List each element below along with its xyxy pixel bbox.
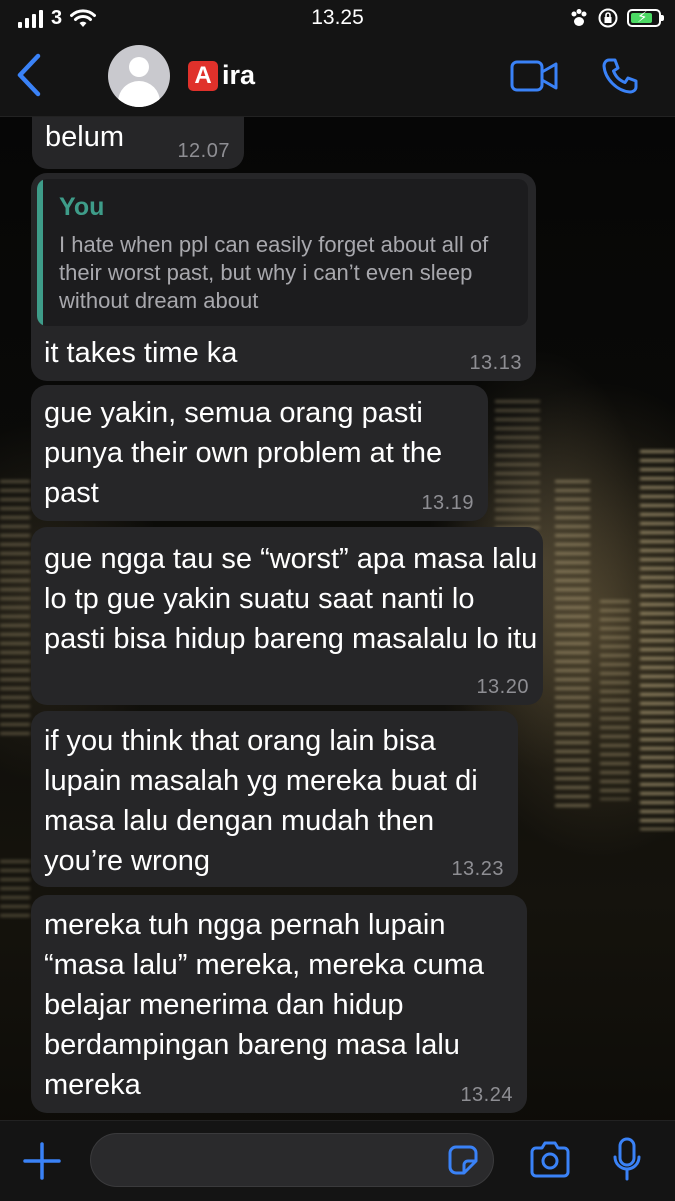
quote-text: I hate when ppl can easily forget about … [59,232,489,313]
plus-icon[interactable] [22,1141,62,1181]
quote-author: You [59,193,105,221]
contact-name: ira [222,60,256,90]
camera-icon[interactable] [528,1141,572,1179]
paw-icon [571,9,587,26]
message-time: 13.19 [421,492,474,514]
message-text: gue ngga tau se “worst” apa masa lalu lo… [44,543,538,655]
sticker-icon[interactable] [446,1143,480,1177]
status-bar: 3 13.25 ⚡ [0,0,675,38]
back-icon[interactable] [12,52,48,98]
message-bubble[interactable]: You I hate when ppl can easily forget ab… [31,173,536,381]
message-bubble[interactable]: gue yakin, semua orang pasti punya their… [31,385,488,521]
message-list[interactable]: belum 12.07 You I hate when ppl can easi… [0,117,675,1120]
microphone-icon[interactable] [612,1137,642,1183]
contact-badge: A [188,60,218,91]
phone-icon[interactable] [600,56,640,96]
message-time: 13.20 [476,676,529,698]
contact-title[interactable]: A ira [188,60,255,91]
avatar-icon[interactable] [108,45,170,107]
message-time: 12.07 [177,140,230,162]
message-time: 13.24 [460,1084,513,1106]
message-input[interactable] [90,1133,494,1187]
message-text: gue yakin, semua orang pasti punya their… [44,397,443,509]
message-time: 13.23 [451,858,504,880]
message-bubble[interactable]: if you think that orang lain bisa lupain… [31,711,518,887]
message-bubble[interactable]: belum 12.07 [32,117,244,169]
message-text: if you think that orang lain bisa lupain… [44,725,478,877]
orientation-lock-icon [598,8,618,28]
battery-icon: ⚡ [627,9,664,27]
quoted-message[interactable]: You I hate when ppl can easily forget ab… [37,179,528,326]
quote-bar [37,179,43,326]
message-bubble[interactable]: gue ngga tau se “worst” apa masa lalu lo… [31,527,543,705]
message-bubble[interactable]: mereka tuh ngga pernah lupain “masa lalu… [31,895,527,1113]
message-text: mereka tuh ngga pernah lupain “masa lalu… [44,909,484,1101]
chat-header: A ira [0,38,675,117]
video-call-icon[interactable] [510,60,558,92]
message-time: 13.13 [469,352,522,374]
input-bar [0,1120,675,1201]
message-text: it takes time ka [44,337,238,369]
